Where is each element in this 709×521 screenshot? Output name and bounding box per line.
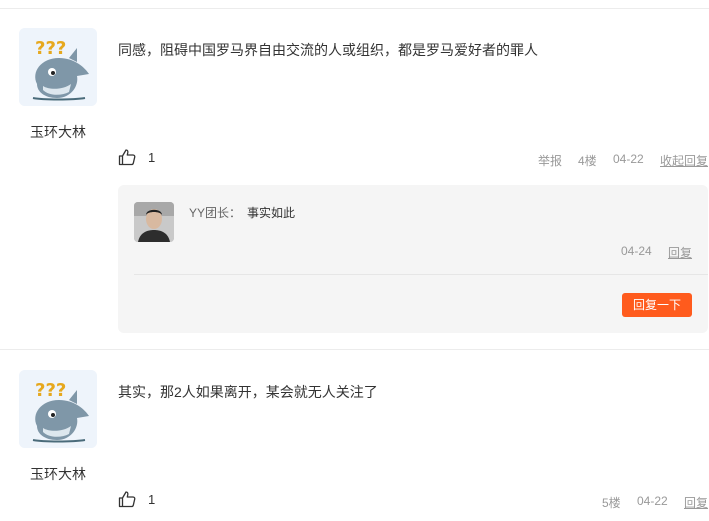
comment-date: 04-22 — [613, 152, 644, 166]
comment-divider — [0, 349, 709, 350]
comment-content: 其实，那2人如果离开，某会就无人关注了 — [118, 384, 378, 400]
svg-text:???: ??? — [35, 38, 66, 59]
reply-date: 04-24 — [621, 244, 652, 258]
comment-date: 04-22 — [637, 494, 668, 508]
shark-avatar-icon: ??? — [19, 28, 97, 106]
collapse-replies-link[interactable]: 收起回复 — [660, 152, 708, 169]
comment-content: 同感，阻碍中国罗马界自由交流的人或组织，都是罗马爱好者的罪人 — [118, 42, 538, 58]
reply-panel: YY团长： 事实如此 04-24 回复 回复一下 — [118, 185, 708, 333]
reply-link[interactable]: 回复 — [668, 244, 692, 261]
author-name[interactable]: 玉环大林 — [16, 122, 100, 142]
like-button[interactable]: 1 — [118, 148, 155, 166]
shark-avatar-icon: ??? — [19, 370, 97, 448]
reply-link[interactable]: 回复 — [684, 494, 708, 511]
reply-divider — [134, 274, 708, 275]
reply-button[interactable]: 回复一下 — [622, 293, 692, 317]
like-button[interactable]: 1 — [118, 490, 155, 508]
svg-text:???: ??? — [35, 380, 66, 401]
like-count: 1 — [148, 149, 156, 165]
like-count: 1 — [148, 491, 156, 507]
author-name[interactable]: 玉环大林 — [16, 464, 100, 484]
reply-content: 事实如此 — [247, 206, 296, 220]
reply-username[interactable]: YY团长： — [189, 206, 241, 220]
top-divider — [0, 8, 709, 9]
author-avatar[interactable]: ??? — [19, 28, 97, 106]
user-photo-icon — [134, 202, 174, 242]
report-link[interactable]: 举报 — [538, 152, 562, 169]
floor-number: 5楼 — [602, 496, 621, 510]
reply-avatar[interactable] — [134, 202, 174, 242]
thumbs-up-icon — [118, 149, 136, 166]
reply-item: YY团长： 事实如此 — [189, 204, 295, 221]
thumbs-up-icon — [118, 491, 136, 508]
author-avatar[interactable]: ??? — [19, 370, 97, 448]
floor-number: 4楼 — [578, 154, 597, 168]
